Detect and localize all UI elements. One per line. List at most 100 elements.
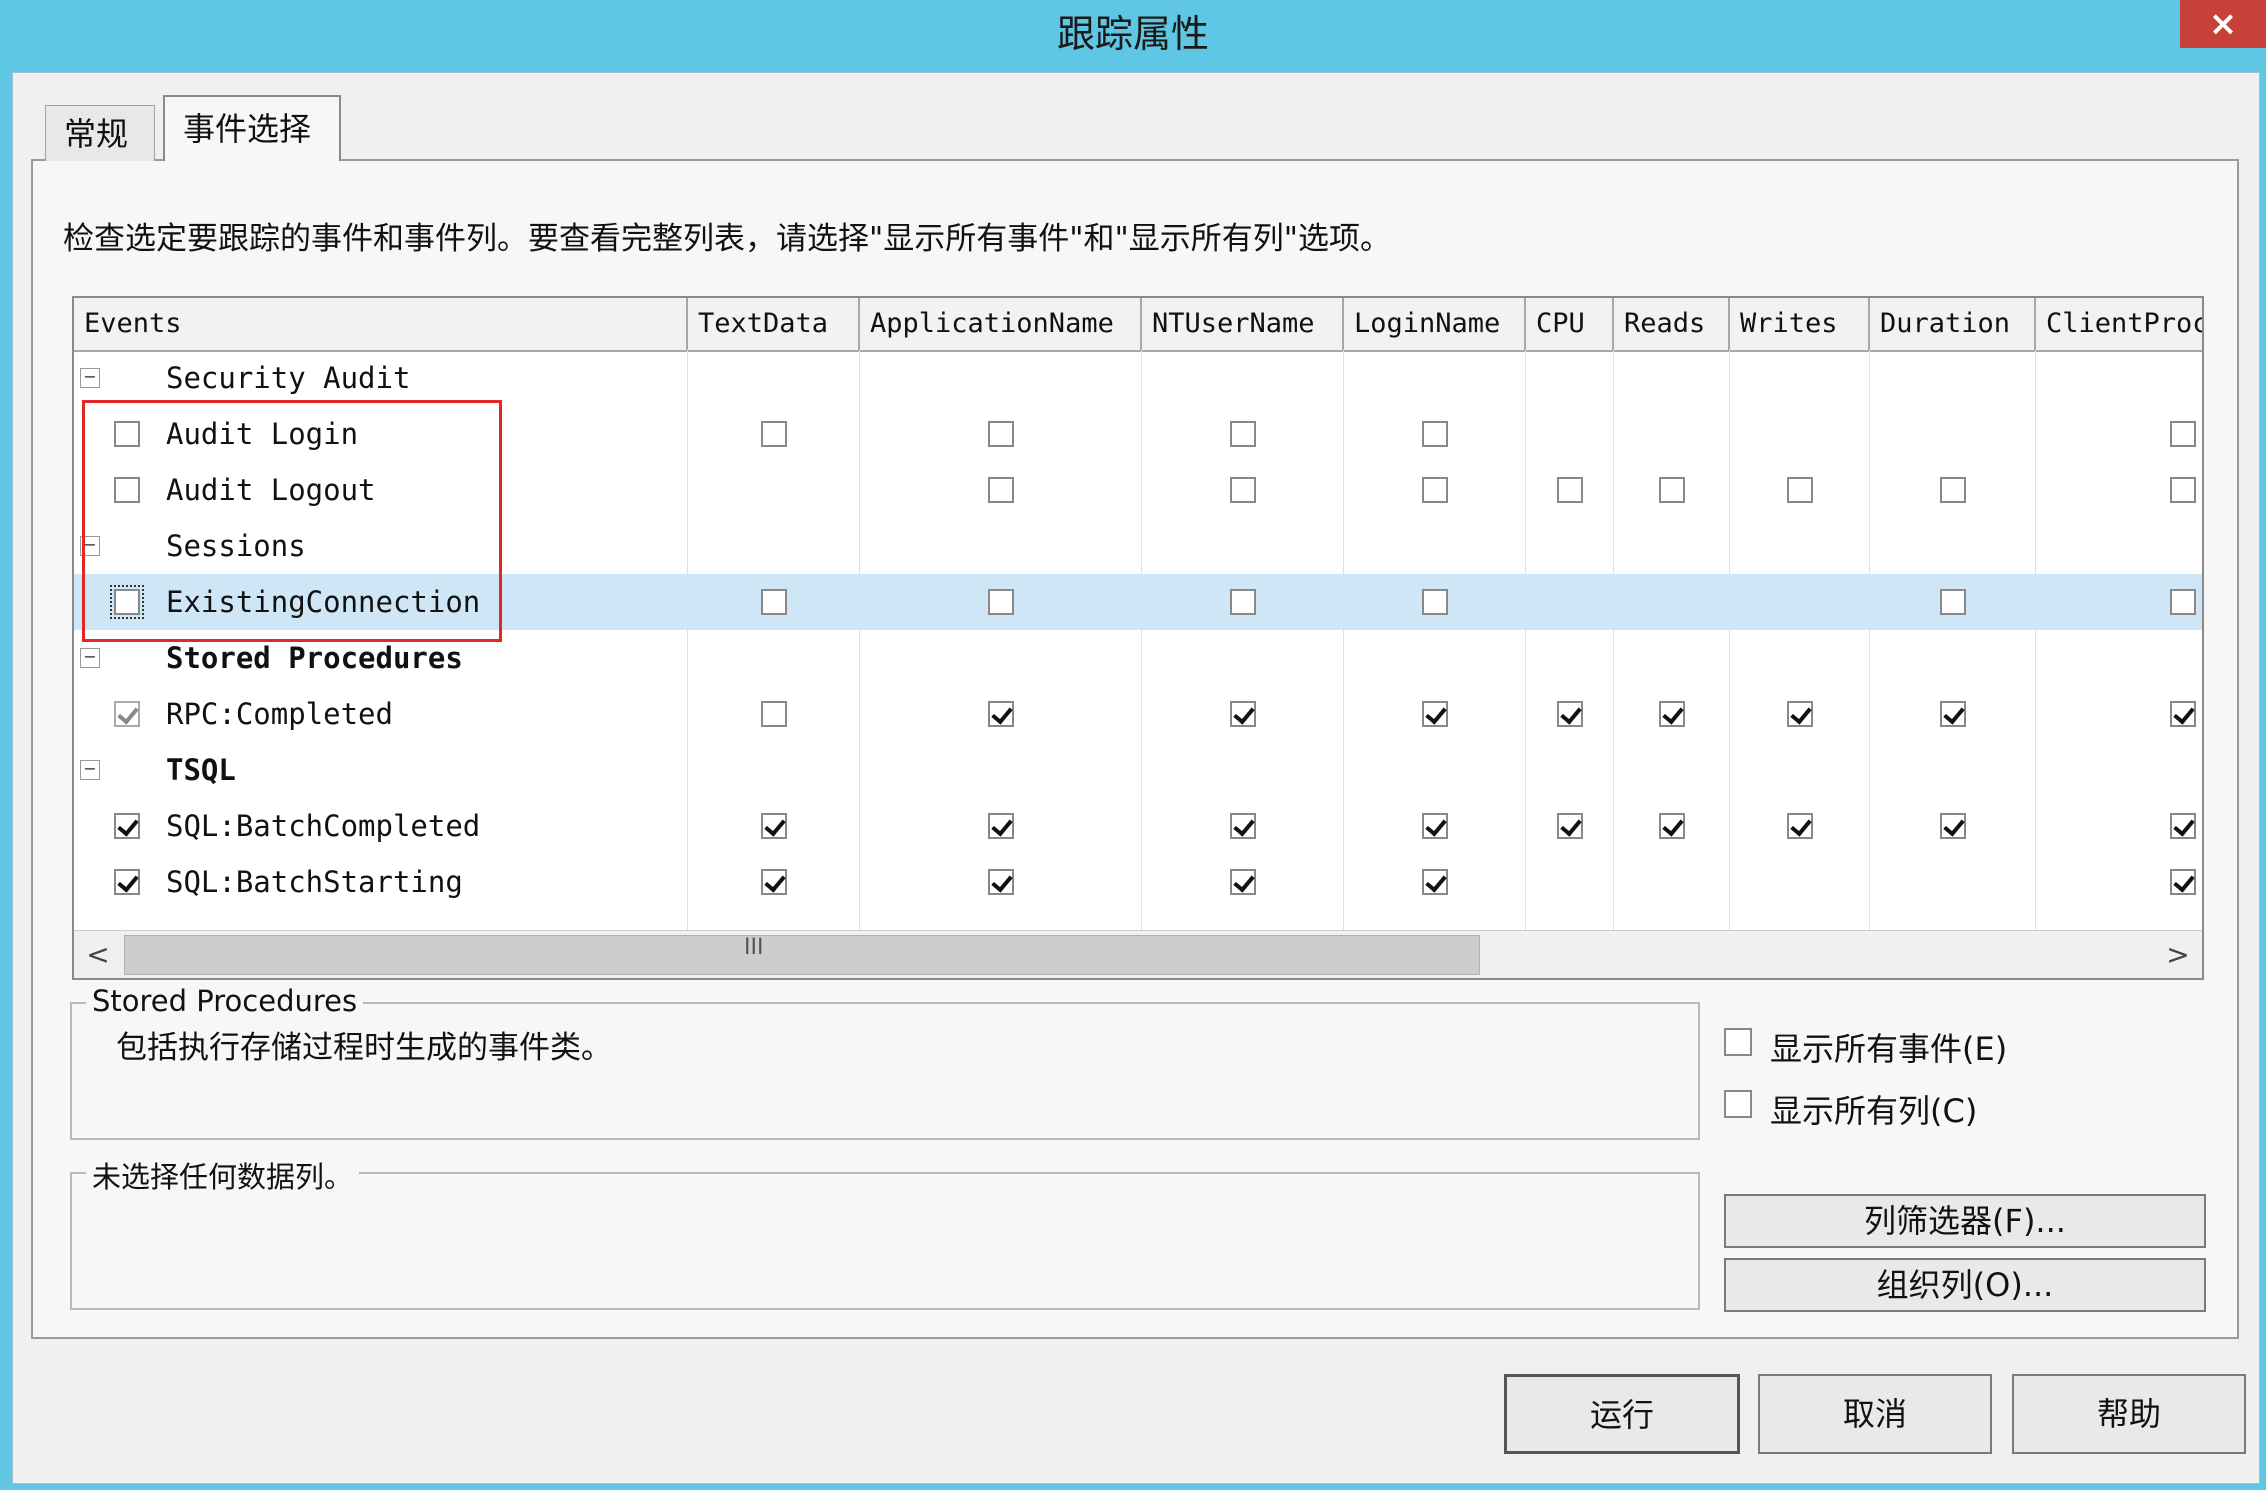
column-checkbox[interactable] xyxy=(1230,813,1256,839)
column-info-title: 未选择任何数据列。 xyxy=(86,1154,360,1196)
column-header-2[interactable]: ApplicationName xyxy=(860,298,1142,350)
column-header-4[interactable]: LoginName xyxy=(1344,298,1526,350)
event-row[interactable]: SQL:BatchCompleted xyxy=(74,798,2202,854)
column-checkbox[interactable] xyxy=(1940,589,1966,615)
column-header-8[interactable]: Duration xyxy=(1870,298,2036,350)
event-label: SQL:BatchStarting xyxy=(166,865,463,899)
grid-column-line xyxy=(1869,350,1870,930)
close-button[interactable]: × xyxy=(2180,0,2266,48)
column-checkbox[interactable] xyxy=(1557,813,1583,839)
cancel-button[interactable]: 取消 xyxy=(1758,1374,1992,1454)
category-row[interactable]: − Security Audit xyxy=(74,350,2202,406)
grid-column-line xyxy=(1141,350,1142,930)
column-checkbox[interactable] xyxy=(1230,421,1256,447)
event-checkbox[interactable] xyxy=(114,869,140,895)
grid-column-line xyxy=(1613,350,1614,930)
column-checkbox[interactable] xyxy=(1940,701,1966,727)
column-header-0[interactable]: Events xyxy=(74,298,688,350)
column-checkbox[interactable] xyxy=(1787,477,1813,503)
column-checkbox[interactable] xyxy=(2170,421,2196,447)
column-checkbox[interactable] xyxy=(988,869,1014,895)
column-header-9[interactable]: ClientProc xyxy=(2036,298,2202,350)
collapse-icon[interactable]: − xyxy=(80,648,100,668)
category-row[interactable]: − TSQL xyxy=(74,742,2202,798)
show-all-events-label[interactable]: 显示所有事件(E) xyxy=(1770,1024,2007,1070)
column-checkbox[interactable] xyxy=(988,813,1014,839)
column-checkbox[interactable] xyxy=(1230,869,1256,895)
window-title: 跟踪属性 xyxy=(1056,12,1209,56)
scroll-right-arrow-icon[interactable]: > xyxy=(2154,931,2202,978)
collapse-icon[interactable]: − xyxy=(80,760,100,780)
event-row[interactable]: RPC:Completed xyxy=(74,686,2202,742)
scroll-grip-icon: III xyxy=(744,935,764,960)
column-checkbox[interactable] xyxy=(1659,813,1685,839)
show-all-columns-label[interactable]: 显示所有列(C) xyxy=(1770,1086,1977,1132)
show-all-columns-checkbox[interactable] xyxy=(1724,1090,1752,1118)
column-header-5[interactable]: CPU xyxy=(1526,298,1614,350)
grid-column-line xyxy=(1729,350,1730,930)
help-button[interactable]: 帮助 xyxy=(2012,1374,2246,1454)
column-checkbox[interactable] xyxy=(2170,701,2196,727)
show-all-events-checkbox[interactable] xyxy=(1724,1028,1752,1056)
column-checkbox[interactable] xyxy=(1230,589,1256,615)
column-checkbox[interactable] xyxy=(1659,477,1685,503)
instructions-text: 检查选定要跟踪的事件和事件列。要查看完整列表，请选择"显示所有事件"和"显示所有… xyxy=(63,221,1392,257)
column-checkbox[interactable] xyxy=(1787,701,1813,727)
scroll-thumb[interactable] xyxy=(124,935,1480,975)
column-checkbox[interactable] xyxy=(1422,477,1448,503)
category-label: Security Audit xyxy=(166,361,411,395)
column-filters-button[interactable]: 列筛选器(F)... xyxy=(1724,1194,2206,1248)
run-button[interactable]: 运行 xyxy=(1504,1374,1740,1454)
column-checkbox[interactable] xyxy=(1422,869,1448,895)
column-checkbox[interactable] xyxy=(1230,701,1256,727)
column-checkbox[interactable] xyxy=(988,477,1014,503)
category-label: TSQL xyxy=(166,753,236,787)
column-header-3[interactable]: NTUserName xyxy=(1142,298,1344,350)
grid-column-line xyxy=(859,350,860,930)
column-checkbox[interactable] xyxy=(988,701,1014,727)
column-checkbox[interactable] xyxy=(1557,701,1583,727)
column-checkbox[interactable] xyxy=(761,701,787,727)
scroll-left-arrow-icon[interactable]: < xyxy=(74,931,122,978)
column-checkbox[interactable] xyxy=(1940,477,1966,503)
column-header-7[interactable]: Writes xyxy=(1730,298,1870,350)
column-checkbox[interactable] xyxy=(1659,701,1685,727)
tab-event-selection[interactable]: 事件选择 xyxy=(163,95,341,161)
grid-column-line xyxy=(1343,350,1344,930)
column-header-1[interactable]: TextData xyxy=(688,298,860,350)
event-checkbox[interactable] xyxy=(114,701,140,727)
column-checkbox[interactable] xyxy=(761,589,787,615)
event-checkbox[interactable] xyxy=(114,813,140,839)
grid-column-line xyxy=(1525,350,1526,930)
column-checkbox[interactable] xyxy=(761,869,787,895)
column-checkbox[interactable] xyxy=(2170,477,2196,503)
horizontal-scrollbar[interactable]: < III > xyxy=(74,930,2202,978)
column-checkbox[interactable] xyxy=(1557,477,1583,503)
column-header-6[interactable]: Reads xyxy=(1614,298,1730,350)
grid-column-line xyxy=(2035,350,2036,930)
column-checkbox[interactable] xyxy=(1422,589,1448,615)
column-checkbox[interactable] xyxy=(988,421,1014,447)
collapse-icon[interactable]: − xyxy=(80,368,100,388)
column-checkbox[interactable] xyxy=(1230,477,1256,503)
red-highlight-box xyxy=(82,400,502,642)
tab-general[interactable]: 常规 xyxy=(45,105,155,161)
grid-column-line xyxy=(687,350,688,930)
column-checkbox[interactable] xyxy=(988,589,1014,615)
column-checkbox[interactable] xyxy=(761,813,787,839)
column-checkbox[interactable] xyxy=(1787,813,1813,839)
organize-columns-button[interactable]: 组织列(O)... xyxy=(1724,1258,2206,1312)
column-checkbox[interactable] xyxy=(2170,869,2196,895)
description-title: Stored Procedures xyxy=(86,984,364,1018)
column-checkbox[interactable] xyxy=(761,421,787,447)
grid-header: Events TextData ApplicationName NTUserName L… xyxy=(74,298,2202,352)
description-text: 包括执行存储过程时生成的事件类。 xyxy=(116,1030,612,1066)
column-checkbox[interactable] xyxy=(2170,813,2196,839)
column-checkbox[interactable] xyxy=(1422,701,1448,727)
column-checkbox[interactable] xyxy=(1422,813,1448,839)
event-row[interactable]: SQL:BatchStarting xyxy=(74,854,2202,910)
column-checkbox[interactable] xyxy=(1422,421,1448,447)
column-checkbox[interactable] xyxy=(2170,589,2196,615)
column-checkbox[interactable] xyxy=(1940,813,1966,839)
event-label: RPC:Completed xyxy=(166,697,393,731)
